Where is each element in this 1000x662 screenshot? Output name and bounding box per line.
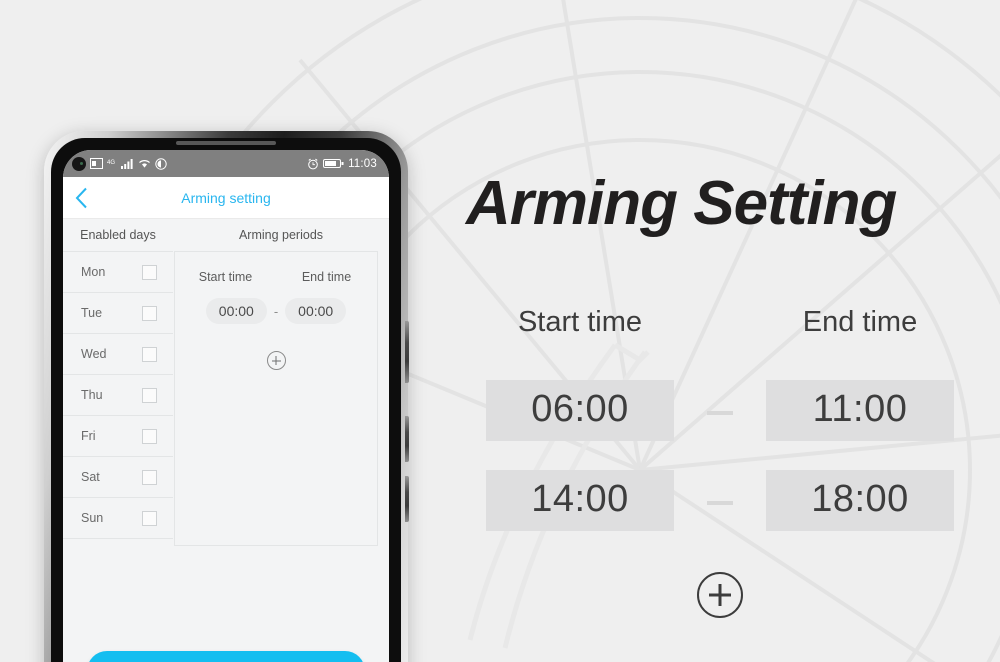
ok-button[interactable]: OK: [87, 651, 365, 662]
wifi-icon: [139, 160, 150, 168]
list-item[interactable]: Wed: [63, 334, 173, 375]
day-label: Wed: [81, 347, 107, 361]
arming-periods-panel: Start time End time 00:00 - 00:00: [174, 251, 378, 546]
do-not-disturb-icon: [155, 157, 167, 170]
status-bar-clock: 11:03: [348, 157, 377, 170]
day-label: Tue: [81, 306, 103, 320]
status-bar-right-icons: 11:03: [307, 158, 377, 170]
day-checkbox-tue[interactable]: [142, 305, 157, 321]
time-range-separator: -: [273, 303, 279, 319]
feature-start-cell: 14:00: [440, 470, 720, 531]
day-checkbox-sun[interactable]: [142, 510, 157, 526]
start-time-header: Start time: [198, 270, 253, 284]
start-time-value[interactable]: 00:00: [205, 298, 267, 324]
4g-icon: 4G: [107, 160, 115, 166]
day-checkbox-sat[interactable]: [142, 469, 157, 485]
feature-panel: Arming Setting Start time End time 06:00…: [440, 0, 1000, 662]
arming-periods-header: Arming periods: [238, 228, 324, 242]
battery-icon: [323, 159, 344, 168]
enabled-days-list: Mon Tue Wed Thu Fri Sat Sun: [63, 251, 173, 633]
svg-text:4G: 4G: [107, 160, 115, 166]
day-checkbox-wed[interactable]: [142, 346, 157, 362]
feature-start-cell: 06:00: [440, 380, 720, 441]
list-item[interactable]: Sat: [63, 457, 173, 498]
screen-content: Enabled days Arming periods Mon Tue Wed …: [63, 219, 389, 662]
day-label: Sat: [81, 470, 100, 484]
status-bar-left-icons: 4G: [72, 156, 167, 171]
earpiece-speaker: [176, 141, 276, 145]
page-root: 4G 11:03 Arming setting Enabled days Arm…: [0, 0, 1000, 662]
plus-circle-icon[interactable]: [697, 572, 743, 618]
feature-start-time-value[interactable]: 06:00: [486, 380, 674, 441]
phone-bezel: 4G 11:03 Arming setting Enabled days Arm…: [51, 138, 401, 662]
sim-card-icon: [90, 158, 103, 169]
feature-column-headers: Start time End time: [440, 306, 1000, 339]
table-row: 06:00 11:00: [440, 380, 1000, 441]
alarm-clock-icon: [308, 158, 318, 169]
day-checkbox-mon[interactable]: [142, 264, 157, 280]
feature-end-time-header: End time: [802, 306, 918, 338]
list-item[interactable]: Tue: [63, 293, 173, 334]
signal-bars-icon: [121, 159, 133, 169]
feature-end-cell: 11:00: [720, 380, 1000, 441]
feature-start-time-header: Start time: [517, 306, 643, 338]
chevron-left-icon[interactable]: [75, 187, 88, 208]
column-headers: Enabled days Arming periods: [63, 219, 389, 251]
day-checkbox-fri[interactable]: [142, 428, 157, 444]
panels-row: Mon Tue Wed Thu Fri Sat Sun Start time E…: [63, 251, 389, 633]
feature-period-rows: 06:00 11:00 14:00 18:00: [440, 380, 1000, 560]
list-item[interactable]: Thu: [63, 375, 173, 416]
day-checkbox-thu[interactable]: [142, 387, 157, 403]
camera-punch-hole-icon: [72, 156, 86, 171]
phone-power-button[interactable]: [405, 416, 409, 462]
day-label: Mon: [81, 265, 106, 279]
day-label: Sun: [81, 511, 104, 525]
list-item[interactable]: Fri: [63, 416, 173, 457]
feature-end-cell: 18:00: [720, 470, 1000, 531]
feature-end-time-value[interactable]: 11:00: [766, 380, 954, 441]
day-label: Fri: [81, 429, 96, 443]
feature-end-time-value[interactable]: 18:00: [766, 470, 954, 531]
day-label: Thu: [81, 388, 103, 402]
feature-start-time-value[interactable]: 14:00: [486, 470, 674, 531]
phone-extra-button[interactable]: [405, 476, 409, 522]
time-range-separator: [707, 500, 733, 505]
enabled-days-header: Enabled days: [80, 228, 156, 242]
plus-circle-icon[interactable]: [266, 351, 286, 370]
periods-header-row: Start time End time: [175, 252, 377, 284]
phone-volume-button[interactable]: [405, 321, 409, 383]
end-time-header: End time: [301, 270, 352, 284]
end-time-value[interactable]: 00:00: [285, 298, 347, 324]
phone-screen: 4G 11:03 Arming setting Enabled days Arm…: [63, 150, 389, 662]
table-row: 14:00 18:00: [440, 470, 1000, 531]
list-item[interactable]: Sun: [63, 498, 173, 539]
phone-mockup: 4G 11:03 Arming setting Enabled days Arm…: [44, 131, 409, 662]
period-row: 00:00 - 00:00: [175, 298, 377, 324]
time-range-separator: [707, 410, 733, 415]
app-bar: Arming setting: [63, 177, 389, 219]
status-bar: 4G 11:03: [63, 150, 389, 177]
list-item[interactable]: Mon: [63, 252, 173, 293]
ok-button-wrapper: OK: [63, 633, 389, 662]
feature-title: Arming Setting: [466, 169, 897, 238]
page-title: Arming setting: [181, 189, 271, 206]
